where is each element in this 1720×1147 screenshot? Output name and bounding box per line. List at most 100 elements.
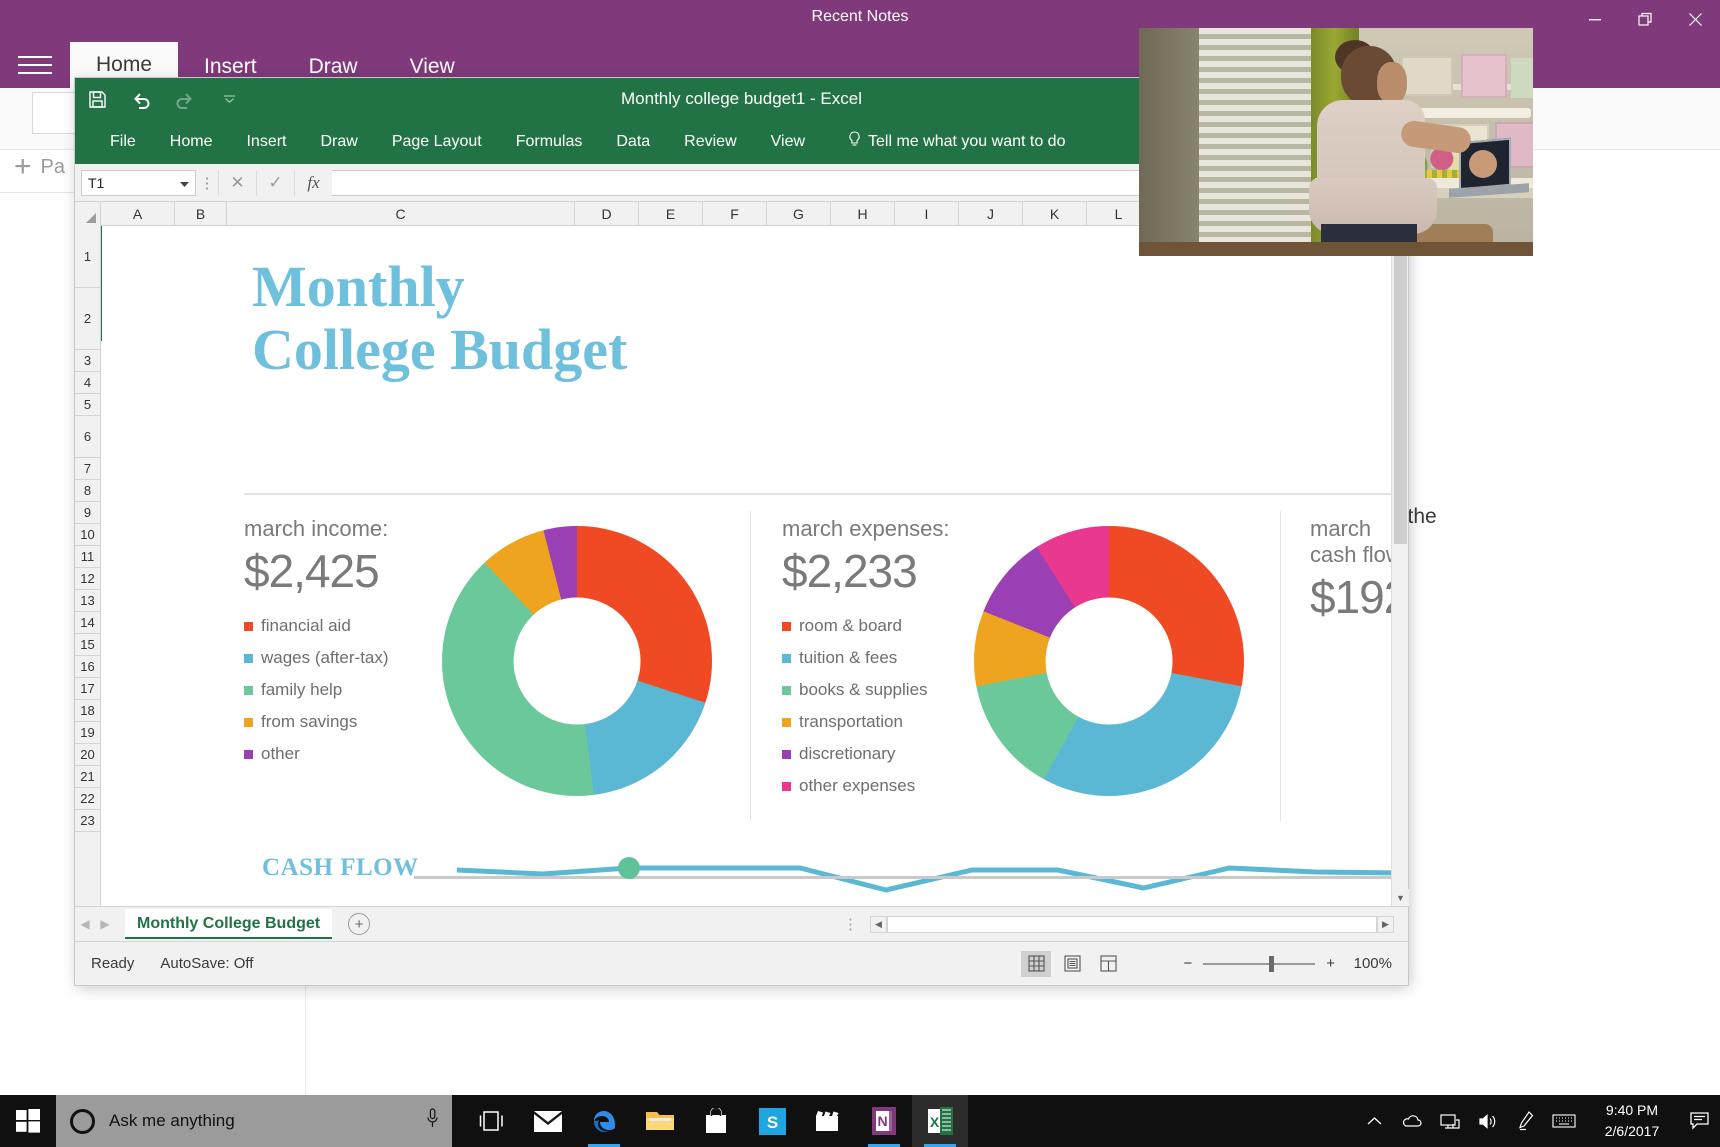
ribbon-tab-formulas[interactable]: Formulas	[499, 120, 600, 164]
scroll-down-arrow[interactable]: ▼	[1392, 889, 1409, 906]
formula-bar-options-icon[interactable]: ⋮	[196, 174, 218, 192]
microphone-icon[interactable]	[427, 1108, 438, 1134]
row-header-3[interactable]: 3	[75, 350, 100, 372]
onedrive-icon[interactable]	[1394, 1095, 1430, 1147]
search-input[interactable]: Ask me anything	[56, 1095, 452, 1147]
select-all-corner[interactable]	[75, 202, 101, 226]
normal-view-icon[interactable]	[1021, 950, 1051, 977]
column-header-g[interactable]: G	[767, 202, 831, 225]
task-view-icon[interactable]	[464, 1095, 520, 1147]
video-laptop-video-call	[1469, 150, 1497, 178]
row-header-15[interactable]: 15	[75, 634, 100, 656]
pen-icon[interactable]	[1508, 1095, 1544, 1147]
minimize-icon[interactable]	[1570, 0, 1620, 38]
ribbon-tab-page-layout[interactable]: Page Layout	[375, 120, 499, 164]
keyboard-icon[interactable]	[1546, 1095, 1582, 1147]
column-header-a[interactable]: A	[101, 202, 175, 225]
row-header-13[interactable]: 13	[75, 590, 100, 612]
ribbon-tab-draw[interactable]: Draw	[303, 120, 374, 164]
column-header-h[interactable]: H	[831, 202, 895, 225]
row-header-6[interactable]: 6	[75, 416, 100, 458]
column-header-i[interactable]: I	[895, 202, 959, 225]
row-header-4[interactable]: 4	[75, 372, 100, 394]
row-header-1[interactable]: 1	[75, 226, 100, 288]
name-box[interactable]: T1	[81, 169, 196, 196]
column-header-b[interactable]: B	[175, 202, 227, 225]
action-center-icon[interactable]	[1678, 1095, 1720, 1147]
zoom-slider-thumb[interactable]	[1269, 955, 1275, 972]
skype-icon[interactable]: S	[744, 1095, 800, 1147]
svg-text:S: S	[766, 1113, 777, 1132]
horizontal-scrollbar[interactable]	[887, 915, 1377, 933]
hscroll-right-arrow[interactable]: ▶	[1377, 915, 1394, 933]
row-header-12[interactable]: 12	[75, 568, 100, 590]
start-button-icon[interactable]	[0, 1095, 56, 1147]
column-header-d[interactable]: D	[575, 202, 639, 225]
hamburger-menu-icon[interactable]	[18, 50, 52, 76]
next-sheet-arrow[interactable]: ▶	[95, 917, 115, 931]
hscroll-left-arrow[interactable]: ◀	[870, 915, 887, 933]
split-grip-icon[interactable]: ⋮	[833, 915, 870, 933]
row-header-18[interactable]: 18	[75, 700, 100, 722]
close-icon[interactable]	[1670, 0, 1720, 38]
page-layout-view-icon[interactable]	[1057, 951, 1087, 977]
edge-icon[interactable]	[576, 1095, 632, 1147]
chevron-up-icon[interactable]	[1356, 1095, 1392, 1147]
network-icon[interactable]	[1432, 1095, 1468, 1147]
row-header-2[interactable]: 2	[75, 288, 100, 350]
column-header-c[interactable]: C	[227, 202, 575, 225]
store-icon[interactable]	[688, 1095, 744, 1147]
row-header-5[interactable]: 5	[75, 394, 100, 416]
onenote-icon[interactable]: N	[856, 1095, 912, 1147]
video-overlay-window[interactable]	[1139, 28, 1533, 256]
row-header-17[interactable]: 17	[75, 678, 100, 700]
row-header-11[interactable]: 11	[75, 546, 100, 568]
row-header-7[interactable]: 7	[75, 458, 100, 480]
previous-sheet-arrow[interactable]: ◀	[75, 917, 95, 931]
add-sheet-button[interactable]: +	[348, 913, 371, 935]
insert-function-icon[interactable]: fx	[294, 169, 332, 196]
clock[interactable]: 9:40 PM 2/6/2017	[1586, 1095, 1678, 1147]
zoom-in-icon[interactable]: +	[1326, 955, 1335, 972]
confirm-entry-icon[interactable]: ✓	[256, 169, 294, 196]
vertical-scrollbar[interactable]: ▲ ▼	[1391, 226, 1409, 906]
ribbon-tab-review[interactable]: Review	[667, 120, 753, 164]
legend-label: transportation	[799, 712, 903, 731]
worksheet-grid[interactable]: Monthly College Budget march income: $2,…	[102, 226, 1391, 906]
sheet-tab-monthly-college-budget[interactable]: Monthly College Budget	[125, 909, 333, 939]
zoom-out-icon[interactable]: −	[1183, 955, 1192, 972]
row-header-21[interactable]: 21	[75, 766, 100, 788]
row-header-8[interactable]: 8	[75, 480, 100, 502]
mail-icon[interactable]	[520, 1095, 576, 1147]
add-page-button[interactable]: + Pa	[14, 150, 65, 184]
column-header-k[interactable]: K	[1023, 202, 1087, 225]
restore-icon[interactable]	[1620, 0, 1670, 38]
vertical-scroll-thumb[interactable]	[1394, 244, 1407, 544]
row-header-23[interactable]: 23	[75, 810, 100, 832]
legend-label: from savings	[261, 712, 358, 731]
row-header-16[interactable]: 16	[75, 656, 100, 678]
ribbon-tab-file[interactable]: File	[93, 120, 153, 164]
row-header-14[interactable]: 14	[75, 612, 100, 634]
page-break-view-icon[interactable]	[1093, 951, 1123, 977]
legend-swatch-icon	[782, 749, 791, 759]
row-header-22[interactable]: 22	[75, 788, 100, 810]
movies-tv-icon[interactable]	[800, 1095, 856, 1147]
row-header-19[interactable]: 19	[75, 722, 100, 744]
cancel-entry-icon[interactable]: ✕	[218, 169, 256, 196]
file-explorer-icon[interactable]	[632, 1095, 688, 1147]
column-header-j[interactable]: J	[959, 202, 1023, 225]
row-header-9[interactable]: 9	[75, 502, 100, 524]
row-header-10[interactable]: 10	[75, 524, 100, 546]
ribbon-tab-view[interactable]: View	[754, 120, 822, 164]
excel-icon[interactable]: X	[912, 1095, 968, 1147]
volume-icon[interactable]	[1470, 1095, 1506, 1147]
column-header-e[interactable]: E	[639, 202, 703, 225]
zoom-slider[interactable]	[1203, 955, 1316, 972]
ribbon-tab-home[interactable]: Home	[153, 120, 230, 164]
tell-me-search[interactable]: Tell me what you want to do	[848, 131, 1065, 153]
ribbon-tab-data[interactable]: Data	[599, 120, 667, 164]
row-header-20[interactable]: 20	[75, 744, 100, 766]
ribbon-tab-insert[interactable]: Insert	[229, 120, 303, 164]
column-header-f[interactable]: F	[703, 202, 767, 225]
